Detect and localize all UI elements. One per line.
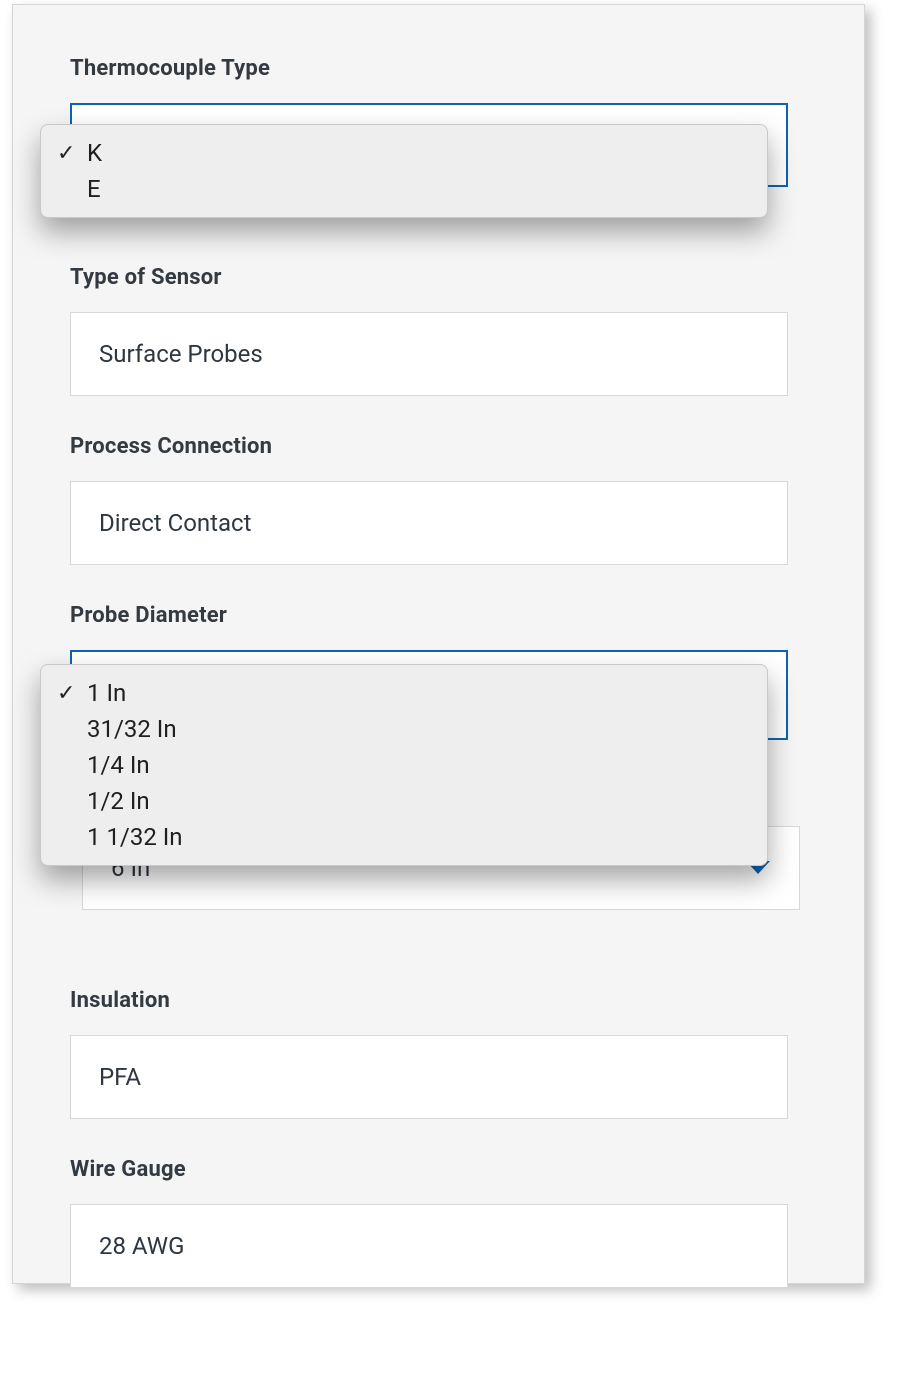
select-process-connection[interactable]: Direct Contact xyxy=(70,481,788,565)
label-probe-diameter: Probe Diameter xyxy=(70,603,788,628)
dropdown-option[interactable]: ✓ K xyxy=(41,135,767,171)
group-process-connection: Process Connection Direct Contact xyxy=(70,434,788,565)
select-insulation[interactable]: PFA xyxy=(70,1035,788,1119)
dropdown-option-label: 1/4 In xyxy=(87,751,150,779)
group-wire-gauge: Wire Gauge 28 AWG xyxy=(70,1157,788,1288)
dropdown-probe-diameter[interactable]: ✓ 1 In 31/32 In 1/4 In 1/2 In 1 1/32 In xyxy=(40,664,768,866)
label-thermocouple-type: Thermocouple Type xyxy=(70,56,788,81)
label-process-connection: Process Connection xyxy=(70,434,788,459)
label-insulation: Insulation xyxy=(70,988,788,1013)
select-process-connection-value: Direct Contact xyxy=(99,509,251,537)
select-type-of-sensor[interactable]: Surface Probes xyxy=(70,312,788,396)
dropdown-option[interactable]: 1 1/32 In xyxy=(41,819,767,855)
dropdown-option-label: E xyxy=(87,175,101,203)
dropdown-option[interactable]: E xyxy=(41,171,767,207)
dropdown-option-label: 31/32 In xyxy=(87,715,177,743)
checkmark-icon: ✓ xyxy=(57,681,87,706)
dropdown-thermocouple-type[interactable]: ✓ K E xyxy=(40,124,768,218)
group-insulation: Insulation PFA xyxy=(70,988,788,1119)
dropdown-option[interactable]: 1/2 In xyxy=(41,783,767,819)
dropdown-option-label: 1 In xyxy=(87,679,126,707)
dropdown-option-label: 1 1/32 In xyxy=(87,823,183,851)
select-wire-gauge[interactable]: 28 AWG xyxy=(70,1204,788,1288)
select-wire-gauge-value: 28 AWG xyxy=(99,1232,184,1260)
label-type-of-sensor: Type of Sensor xyxy=(70,265,788,290)
group-type-of-sensor: Type of Sensor Surface Probes xyxy=(70,265,788,396)
dropdown-option[interactable]: 1/4 In xyxy=(41,747,767,783)
checkmark-icon: ✓ xyxy=(57,141,87,166)
label-wire-gauge: Wire Gauge xyxy=(70,1157,788,1182)
dropdown-option[interactable]: 31/32 In xyxy=(41,711,767,747)
dropdown-option-label: 1/2 In xyxy=(87,787,150,815)
dropdown-option-label: K xyxy=(87,139,102,167)
select-insulation-value: PFA xyxy=(99,1063,141,1091)
select-type-of-sensor-value: Surface Probes xyxy=(99,340,263,368)
dropdown-option[interactable]: ✓ 1 In xyxy=(41,675,767,711)
